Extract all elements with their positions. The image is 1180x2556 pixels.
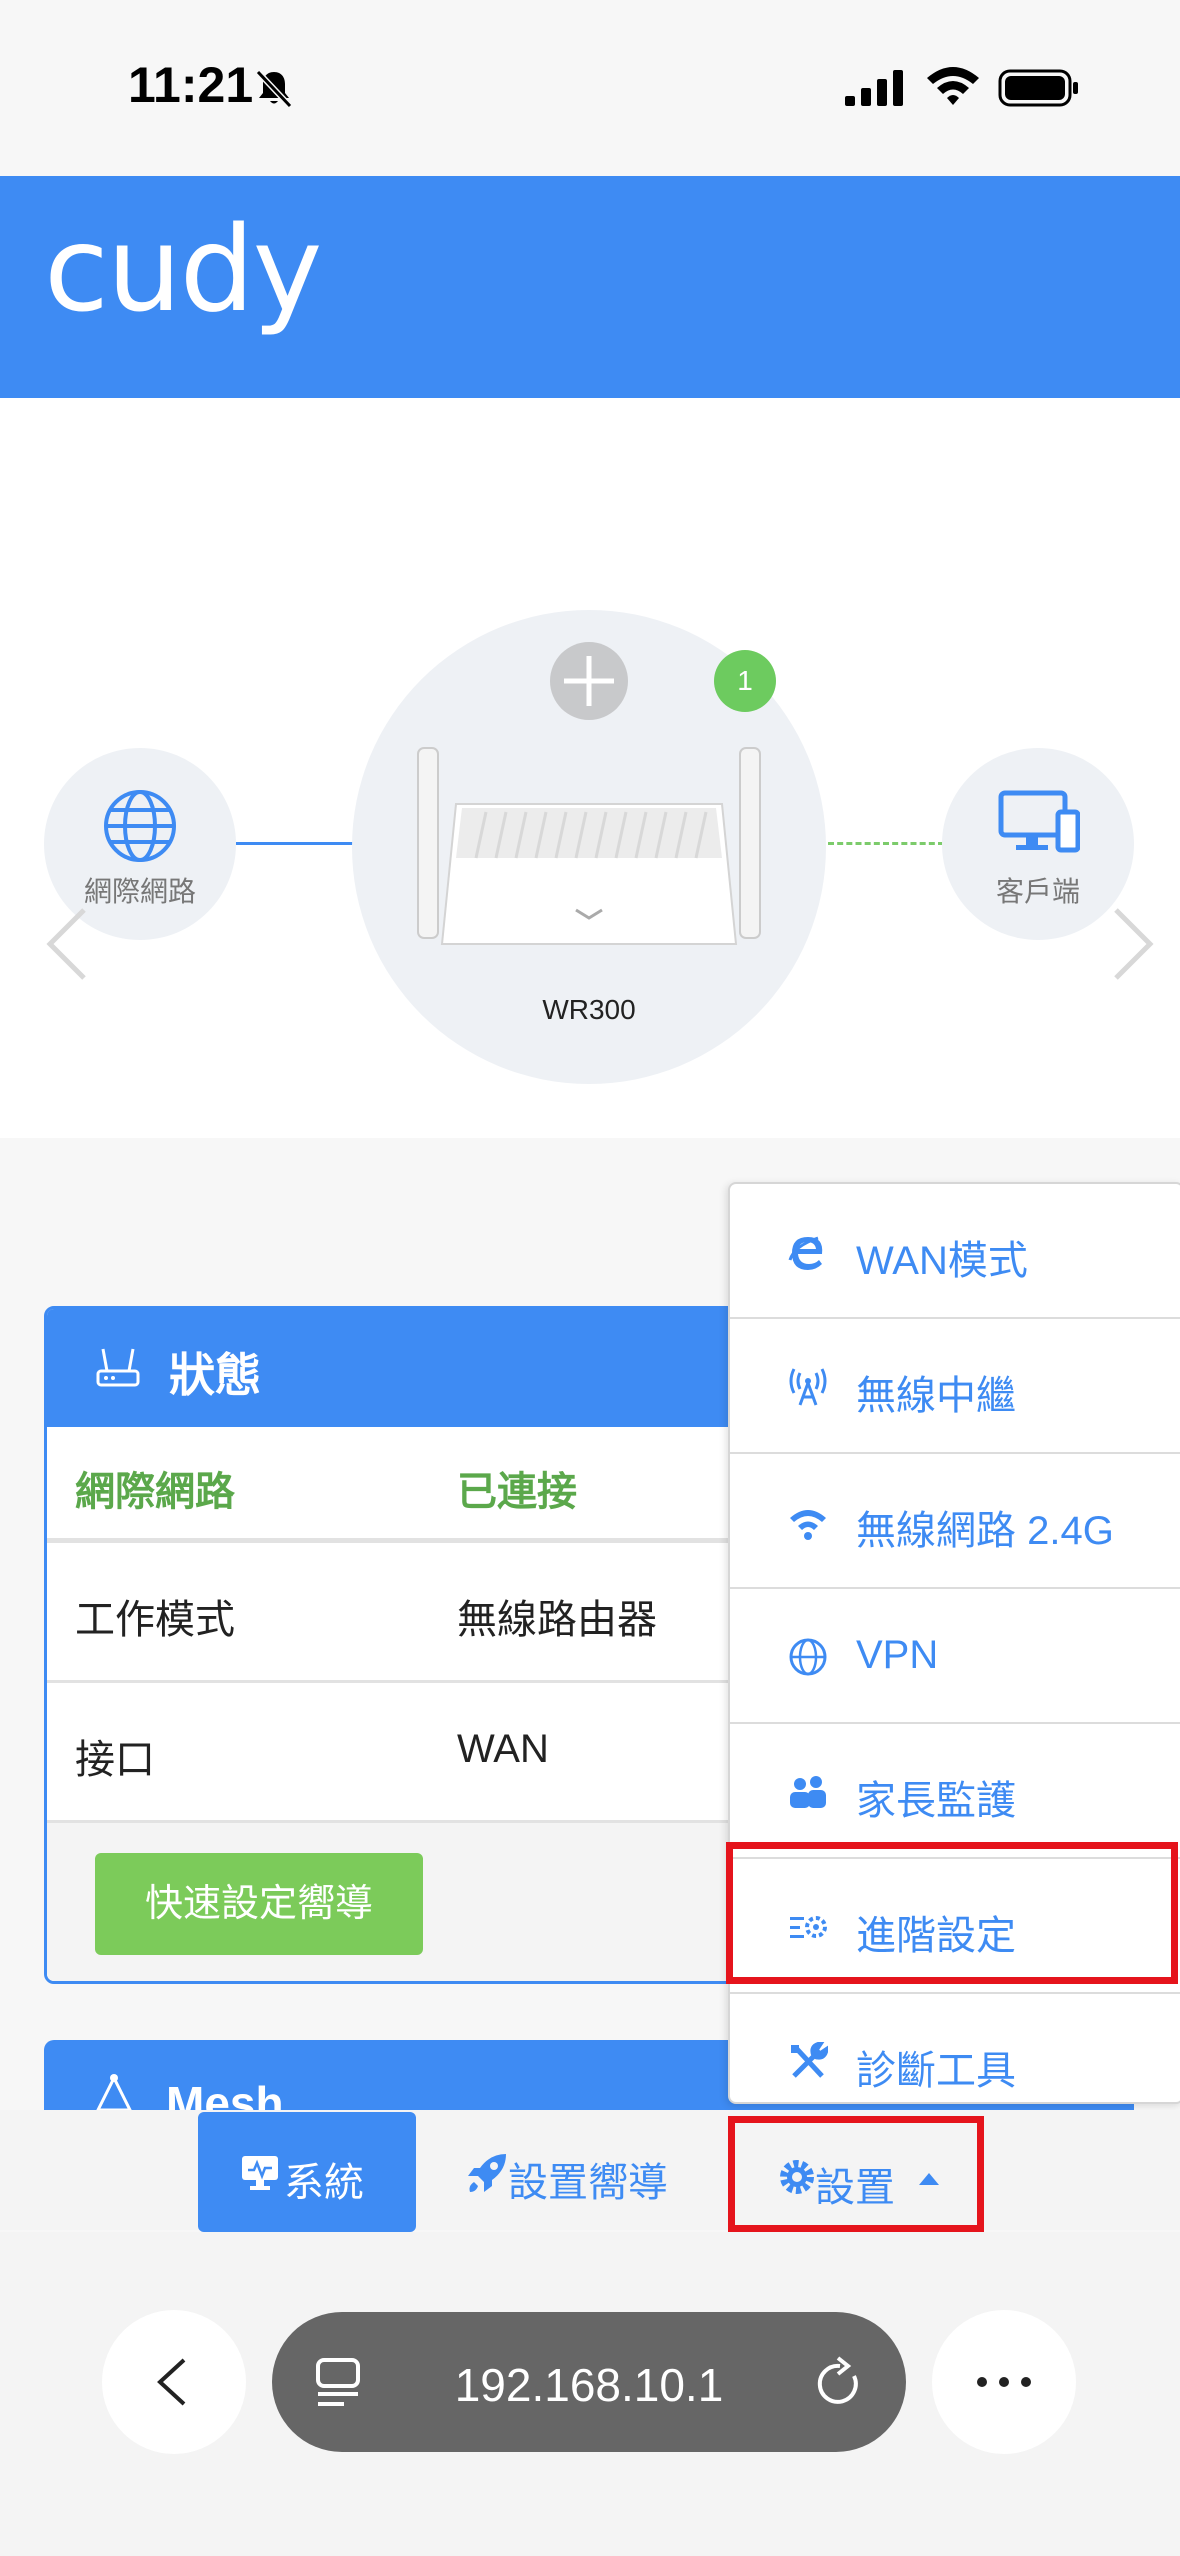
menu-item-vpn[interactable]: VPN (730, 1589, 1180, 1724)
mesh-card-title: Mesh (166, 2077, 284, 2110)
more-icon (977, 2377, 1031, 2387)
nav-setup-wizard-button[interactable]: 設置嚮導 (462, 2112, 682, 2232)
browser-back-button[interactable] (102, 2310, 246, 2454)
highlight-box-advanced-settings (726, 1842, 1178, 1984)
status-time: 11:21 (128, 57, 254, 113)
status-key: 接口 (75, 1738, 155, 1782)
address-bar[interactable]: 192.168.10.1 (272, 2312, 906, 2452)
gear-icon (780, 2160, 814, 2194)
globe-icon (789, 1638, 827, 1676)
network-topology: 網際網路 WR300 1 客戶端 (0, 398, 1180, 1138)
quick-setup-button[interactable]: 快速設定嚮導 (95, 1853, 423, 1955)
plus-icon (564, 656, 614, 706)
nav-settings-button[interactable]: 設置 (728, 2116, 984, 2232)
status-key: 工作模式 (75, 1598, 235, 1642)
menu-item-repeater[interactable]: 無線中繼 (730, 1319, 1180, 1454)
devices-icon (998, 790, 1080, 853)
router-model-label: WR300 (542, 994, 636, 1025)
battery-icon (998, 69, 1078, 107)
url-text: 192.168.10.1 (454, 2359, 724, 2411)
globe-icon (104, 790, 176, 862)
menu-item-diagnostics[interactable]: 診斷工具 (730, 1994, 1180, 2104)
reload-icon[interactable] (814, 2356, 866, 2410)
cell-signal-icon (845, 70, 903, 106)
nav-settings-label: 設置 (815, 2166, 895, 2210)
internet-label: 網際網路 (83, 876, 196, 907)
rocket-icon (468, 2154, 506, 2192)
client-node[interactable]: 客戶端 (942, 748, 1134, 940)
chevron-left-icon (157, 2358, 186, 2406)
monitor-icon (242, 2156, 278, 2190)
caret-up-icon (919, 2173, 939, 2185)
status-value: 無線路由器 (457, 1598, 657, 1642)
tools-icon (791, 2042, 828, 2078)
menu-item-label: 家長監護 (856, 1779, 1016, 1823)
menu-item-label: 無線網路 2.4G (856, 1509, 1114, 1553)
chevron-right-icon[interactable] (1108, 906, 1156, 982)
ie-icon (788, 1236, 823, 1270)
menu-item-label: 無線中繼 (856, 1374, 1016, 1418)
status-value: 已連接 (457, 1470, 577, 1514)
menu-item-label: VPN (856, 1633, 939, 1677)
router-icon (96, 1348, 140, 1387)
browser-more-button[interactable] (932, 2310, 1076, 2454)
wifi-icon (790, 1510, 826, 1540)
mesh-icon (96, 2074, 132, 2110)
bell-muted-icon (255, 69, 293, 109)
client-count-badge: 1 (714, 650, 776, 712)
nav-setup-wizard-label: 設置嚮導 (508, 2161, 668, 2205)
status-card-title: 狀態 (169, 1349, 261, 1401)
status-bar: 11:21 (0, 0, 1180, 176)
menu-item-parental-control[interactable]: 家長監護 (730, 1724, 1180, 1859)
antenna-icon (789, 1368, 827, 1406)
cudy-logo: cudy (44, 200, 322, 338)
add-device-button[interactable] (550, 642, 628, 720)
menu-item-wan-mode[interactable]: WAN模式 (730, 1184, 1180, 1319)
menu-item-label: 診斷工具 (856, 2049, 1016, 2093)
users-icon (790, 1776, 826, 1808)
internet-connection-line (236, 842, 356, 845)
client-connection-line (828, 842, 944, 845)
nav-system-label: 系統 (284, 2161, 364, 2205)
nav-system-button[interactable]: 系統 (198, 2112, 416, 2232)
menu-item-wireless[interactable]: 無線網路 2.4G (730, 1454, 1180, 1589)
chevron-left-icon[interactable] (44, 906, 92, 982)
status-value: WAN (457, 1727, 549, 1771)
status-key: 網際網路 (75, 1470, 235, 1514)
menu-item-label: WAN模式 (856, 1239, 1028, 1283)
client-label: 客戶端 (995, 876, 1080, 907)
wifi-status-icon (927, 67, 979, 105)
router-image (417, 747, 761, 945)
